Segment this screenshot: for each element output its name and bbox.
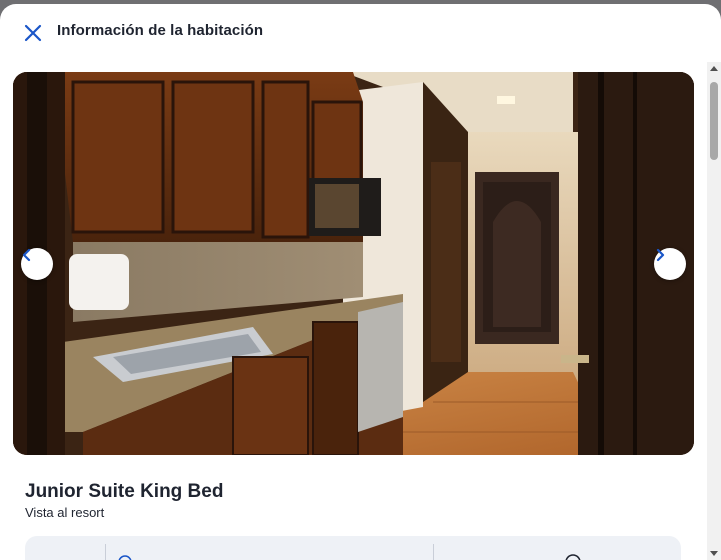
info-icon: [565, 554, 581, 560]
next-photo-button[interactable]: [654, 248, 686, 280]
size-icon: [118, 555, 132, 560]
room-info-dialog: Información de la habitación Junior Suit…: [0, 4, 721, 560]
dialog-title: Información de la habitación: [57, 22, 264, 39]
scroll-down-arrow-icon[interactable]: [710, 551, 718, 556]
close-button[interactable]: [20, 20, 46, 46]
dialog-header: Información de la habitación: [0, 4, 721, 62]
photo-gallery[interactable]: [13, 72, 694, 455]
room-features-strip: [25, 536, 681, 560]
close-icon: [24, 24, 42, 42]
scroll-up-arrow-icon[interactable]: [710, 66, 718, 71]
room-name: Junior Suite King Bed: [25, 481, 224, 502]
strip-divider: [433, 544, 434, 560]
previous-photo-button[interactable]: [21, 248, 53, 280]
scroll-thumb[interactable]: [710, 82, 718, 160]
strip-divider: [105, 544, 106, 560]
chevron-left-icon: [22, 248, 31, 262]
dialog-scrollbar[interactable]: [707, 62, 721, 560]
chevron-right-icon: [656, 248, 665, 262]
hotel-room-photo: [13, 72, 694, 455]
room-view: Vista al resort: [25, 505, 105, 520]
